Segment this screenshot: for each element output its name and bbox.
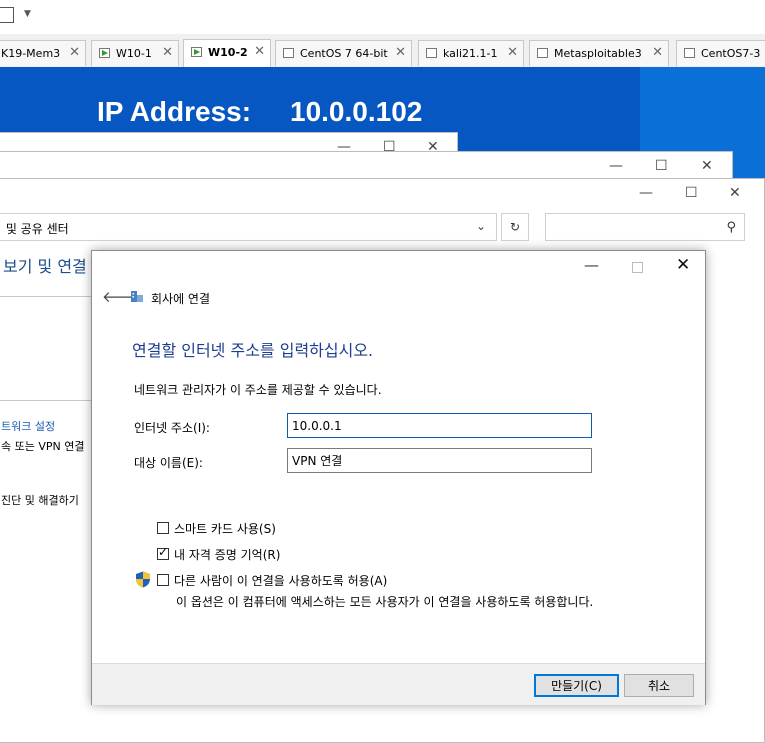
close-icon[interactable]: ✕ bbox=[507, 45, 518, 60]
search-input[interactable]: ⚲ bbox=[545, 213, 745, 241]
tab-label: CentOS7-3 bbox=[701, 47, 761, 60]
allow-others-checkbox[interactable] bbox=[157, 574, 169, 586]
remember-credentials-checkbox[interactable] bbox=[157, 545, 169, 560]
tab-label: CentOS 7 64-bit bbox=[300, 47, 388, 60]
troubleshoot-link[interactable]: 진단 및 해결하기 bbox=[1, 492, 79, 508]
vm-icon bbox=[426, 48, 437, 58]
dialog-description: 네트워크 관리자가 이 주소를 제공할 수 있습니다. bbox=[134, 383, 382, 397]
tab-label: W10-2 bbox=[208, 46, 248, 59]
close-icon[interactable]: ✕ bbox=[729, 185, 741, 201]
network-settings-link[interactable]: 트워크 설정 bbox=[1, 418, 55, 434]
divider bbox=[0, 400, 91, 401]
smart-card-label[interactable]: 스마트 카드 사용(S) bbox=[174, 520, 276, 537]
chevron-down-icon[interactable]: ▼ bbox=[24, 9, 31, 19]
smart-card-checkbox[interactable] bbox=[157, 522, 169, 534]
minimize-icon[interactable]: — bbox=[584, 256, 599, 274]
tab-k19-mem3[interactable]: K19-Mem3 ✕ bbox=[0, 40, 86, 66]
tab-label: kali21.1-1 bbox=[443, 47, 498, 60]
close-icon[interactable]: ✕ bbox=[701, 158, 713, 174]
dialog-footer: 만들기(C) 취소 bbox=[92, 663, 705, 705]
internet-address-field[interactable] bbox=[287, 413, 592, 438]
vm-icon bbox=[537, 48, 548, 58]
close-icon[interactable]: ✕ bbox=[254, 44, 265, 59]
tab-label: Metasploitable3 bbox=[554, 47, 642, 60]
dialog-title: 회사에 연결 bbox=[151, 292, 211, 306]
ip-address-label: IP Address: bbox=[97, 96, 252, 127]
address-text: 및 공유 센터 bbox=[2, 222, 69, 236]
close-icon[interactable]: ✕ bbox=[395, 45, 406, 60]
maximize-icon[interactable]: ☐ bbox=[655, 158, 668, 174]
destination-name-label: 대상 이름(E): bbox=[134, 456, 203, 470]
page-title: 보기 및 연결 bbox=[3, 257, 87, 276]
allow-others-label[interactable]: 다른 사람이 이 연결을 사용하도록 허용(A) bbox=[174, 572, 387, 589]
host-toolbar: ▼ bbox=[0, 0, 765, 34]
refresh-icon: ↻ bbox=[509, 220, 521, 234]
vpn-connection-link[interactable]: 속 또는 VPN 연결 bbox=[1, 438, 84, 454]
cancel-button[interactable]: 취소 bbox=[624, 674, 694, 697]
remember-credentials-label[interactable]: 내 자격 증명 기억(R) bbox=[174, 546, 280, 563]
connect-to-workplace-dialog: — ✕ 🡐 회사에 연결 연결할 인터넷 주소를 입력하십시오. 네트워크 관리… bbox=[91, 250, 706, 705]
vm-icon bbox=[684, 48, 695, 58]
refresh-button[interactable]: ↻ bbox=[501, 213, 529, 241]
close-icon[interactable]: ✕ bbox=[676, 255, 690, 275]
maximize-icon[interactable]: ☐ bbox=[685, 185, 698, 201]
allow-others-note: 이 옵션은 이 컴퓨터에 액세스하는 모든 사용자가 이 연결을 사용하도록 허… bbox=[176, 595, 594, 609]
tab-label: W10-1 bbox=[116, 47, 152, 60]
tab-kali21[interactable]: kali21.1-1 ✕ bbox=[418, 40, 524, 66]
divider bbox=[0, 296, 91, 297]
minimize-icon[interactable]: — bbox=[609, 158, 623, 174]
vm-icon bbox=[283, 48, 294, 58]
vm-running-icon bbox=[99, 48, 110, 58]
create-button[interactable]: 만들기(C) bbox=[534, 674, 619, 697]
tab-centos7-3[interactable]: CentOS7-3 bbox=[676, 40, 765, 66]
tab-label: K19-Mem3 bbox=[1, 47, 61, 60]
close-icon[interactable]: ✕ bbox=[69, 45, 80, 60]
workplace-connection-icon bbox=[131, 291, 143, 302]
search-icon: ⚲ bbox=[726, 220, 736, 235]
ip-address-value: 10.0.0.102 bbox=[290, 96, 423, 127]
maximize-icon bbox=[632, 262, 643, 273]
chevron-down-icon[interactable]: ⌄ bbox=[476, 219, 486, 233]
close-icon[interactable]: ✕ bbox=[162, 45, 173, 60]
tab-w10-2[interactable]: W10-2 ✕ bbox=[183, 39, 271, 67]
close-icon[interactable]: ✕ bbox=[652, 45, 663, 60]
address-bar[interactable]: 및 공유 센터 ⌄ bbox=[0, 213, 497, 241]
minimize-icon[interactable]: — bbox=[639, 185, 653, 201]
vm-running-icon bbox=[191, 47, 202, 57]
dialog-heading: 연결할 인터넷 주소를 입력하십시오. bbox=[132, 341, 374, 360]
tab-centos-7-64bit[interactable]: CentOS 7 64-bit ✕ bbox=[275, 40, 412, 66]
vm-tab-bar: K19-Mem3 ✕ W10-1 ✕ W10-2 ✕ CentOS 7 64-b… bbox=[0, 34, 765, 68]
tab-w10-1[interactable]: W10-1 ✕ bbox=[91, 40, 179, 66]
fullscreen-icon[interactable] bbox=[0, 7, 14, 23]
destination-name-field[interactable] bbox=[287, 448, 592, 473]
uac-shield-icon bbox=[136, 571, 150, 588]
tab-metasploitable3[interactable]: Metasploitable3 ✕ bbox=[529, 40, 669, 66]
internet-address-label: 인터넷 주소(I): bbox=[134, 421, 210, 435]
